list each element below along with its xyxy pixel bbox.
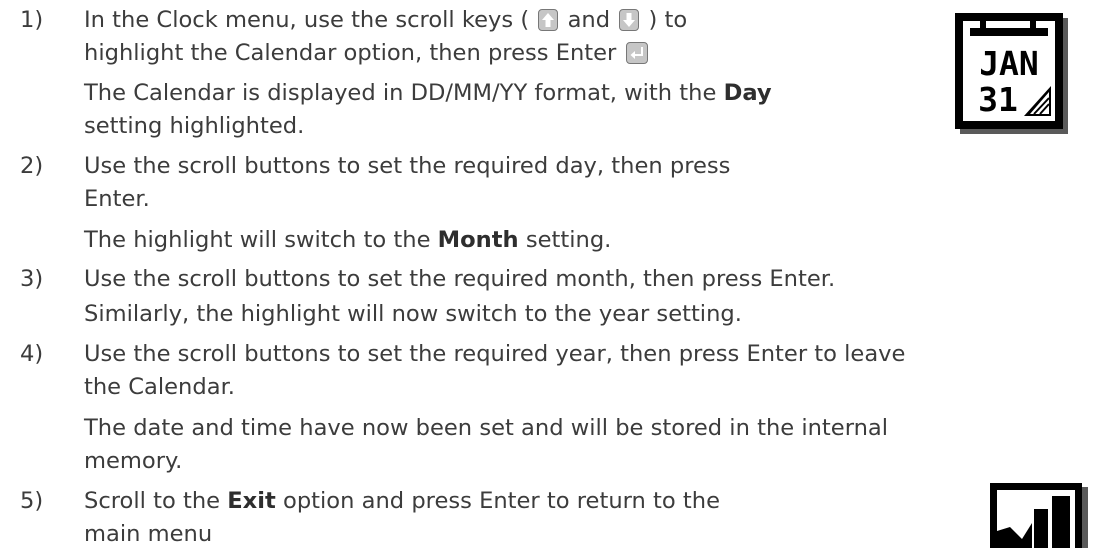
note-text: memory. [84,448,183,474]
step-number: 2) [20,153,44,179]
instruction-text: Use the scroll buttons to set the requir… [84,341,906,367]
enter-key-icon [625,42,648,64]
instruction-text: highlight the Calendar option, then pres… [84,40,617,66]
step-number: 3) [20,266,44,292]
instruction-bold-term: Exit [227,488,276,514]
step-instruction: Scroll to the Exit option and press Ente… [84,485,720,518]
note-text: The highlight will switch to the [84,227,431,253]
instruction-text: the Calendar. [84,374,235,400]
note-bold-term: Month [437,227,519,253]
step-note: The Calendar is displayed in DD/MM/YY fo… [84,77,772,110]
step-instruction: In the Clock menu, use the scroll keys (… [84,4,687,37]
instruction-text: and [567,7,611,33]
instruction-text: ) to [648,7,688,33]
step-number: 1) [20,7,44,33]
instruction-text: main menu [84,521,213,547]
note-bold-term: Day [723,80,772,106]
instruction-text: Scroll to the [84,488,221,514]
step-instruction-cont: highlight the Calendar option, then pres… [84,37,650,70]
step-note: The highlight will switch to the Month s… [84,224,611,257]
note-text: setting highlighted. [84,113,305,139]
instruction-text: Use the scroll buttons to set the requir… [84,153,731,179]
note-text: The date and time have now been set and … [84,415,889,441]
instruction-text: In the Clock menu, use the scroll keys ( [84,7,530,33]
note-text: The Calendar is displayed in DD/MM/YY fo… [84,80,717,106]
calendar-day-text: 31 [978,80,1018,119]
calendar-month-text: JAN [979,44,1039,83]
step-number: 4) [20,341,44,367]
note-text: setting. [525,227,612,253]
instruction-text: Use the scroll buttons to set the requir… [84,266,836,292]
exit-door-icon [990,483,1088,548]
down-arrow-key-icon [619,9,640,31]
instruction-text: Enter. [84,186,150,212]
instruction-text: option and press Enter to return to the [283,488,720,514]
calendar-icon: JAN 31 [955,13,1068,134]
step-number: 5) [20,488,44,514]
note-text: Similarly, the highlight will now switch… [84,301,742,327]
up-arrow-key-icon [538,9,559,31]
